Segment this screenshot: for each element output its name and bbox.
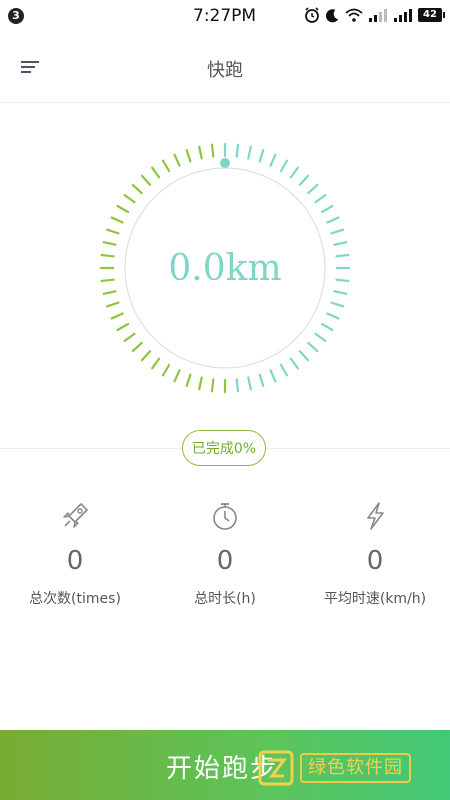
tick-mark: [279, 363, 289, 377]
stat-label: 平均时速(km/h): [323, 591, 427, 607]
tick-mark: [102, 241, 117, 246]
tick-mark: [307, 341, 319, 353]
tick-mark: [333, 290, 348, 295]
tick-mark: [258, 148, 265, 163]
watermark: 绿色软件园: [258, 748, 444, 788]
tick-mark: [314, 332, 327, 342]
tick-mark: [269, 369, 277, 383]
tick-mark: [161, 363, 171, 377]
tick-mark: [161, 159, 171, 173]
lightning-icon: [367, 502, 384, 530]
status-bar: 3 7:27PM 42: [0, 0, 450, 32]
tick-mark: [326, 312, 340, 320]
tick-mark: [269, 153, 277, 167]
stat-total-count: 0 总次数(times): [0, 500, 150, 608]
tick-mark: [185, 148, 192, 163]
stat-value: 0: [216, 546, 234, 576]
tick-mark: [102, 290, 117, 295]
signal-icon-1: [369, 9, 387, 22]
moon-icon: [325, 8, 339, 22]
distance-value: 0.0km: [168, 248, 282, 289]
tick-mark: [131, 341, 143, 353]
rocket-icon: [63, 503, 88, 528]
tick-mark: [151, 357, 161, 370]
tick-mark: [279, 159, 289, 173]
progress-dot: [220, 158, 230, 168]
tick-mark: [330, 301, 345, 308]
tick-mark: [185, 373, 192, 388]
tick-mark: [314, 194, 327, 204]
status-icons: 42: [304, 7, 445, 23]
tick-mark: [333, 241, 348, 246]
tick-mark: [235, 143, 240, 158]
tick-mark: [116, 322, 130, 332]
tick-mark: [289, 357, 299, 370]
tick-mark: [173, 369, 181, 383]
tick-mark: [247, 145, 252, 160]
tick-mark: [140, 174, 152, 186]
status-time: 7:27PM: [193, 6, 257, 26]
battery-indicator: 42: [418, 8, 445, 22]
tick-mark: [235, 378, 240, 393]
tick-mark: [123, 194, 136, 204]
tick-mark: [131, 183, 143, 195]
tick-mark: [123, 332, 136, 342]
stopwatch-icon: [213, 503, 237, 530]
tick-mark: [198, 145, 203, 160]
tick-mark: [320, 322, 334, 332]
progress-badge: 已完成0%: [182, 430, 266, 466]
tick-mark: [140, 350, 152, 362]
tick-mark: [247, 376, 252, 391]
tick-mark: [210, 378, 215, 393]
tick-mark: [258, 373, 265, 388]
tick-mark: [110, 312, 124, 320]
tick-mark: [173, 153, 181, 167]
tick-mark: [289, 166, 299, 179]
wifi-icon: [345, 8, 363, 22]
tick-mark: [210, 143, 215, 158]
tick-mark: [330, 228, 345, 235]
stat-value: 0: [66, 546, 84, 576]
tick-mark: [298, 350, 310, 362]
tick-mark: [198, 376, 203, 391]
stat-average-speed: 0 平均时速(km/h): [300, 500, 450, 608]
stat-value: 0: [366, 546, 384, 576]
stats-row: 0 总次数(times) 0 总时长(h) 0 平均时速(km/h): [0, 500, 450, 630]
tick-mark: [116, 204, 130, 214]
watermark-text: 绿色软件园: [300, 753, 411, 783]
app-header: 快跑: [0, 32, 450, 103]
tick-mark: [320, 204, 334, 214]
stat-total-duration: 0 总时长(h): [150, 500, 300, 608]
alarm-icon: [305, 7, 319, 23]
tick-mark: [151, 166, 161, 179]
stat-label: 总次数(times): [29, 591, 121, 607]
stat-label: 总时长(h): [194, 591, 256, 607]
watermark-logo-icon: [258, 750, 294, 786]
tick-mark: [298, 174, 310, 186]
tick-mark: [326, 216, 340, 224]
page-title: 快跑: [207, 60, 243, 81]
notification-badge: 3: [8, 8, 24, 24]
signal-icon-2: [394, 9, 412, 22]
tick-mark: [307, 183, 319, 195]
tick-mark: [105, 228, 120, 235]
tick-mark: [105, 301, 120, 308]
tick-mark: [110, 216, 124, 224]
